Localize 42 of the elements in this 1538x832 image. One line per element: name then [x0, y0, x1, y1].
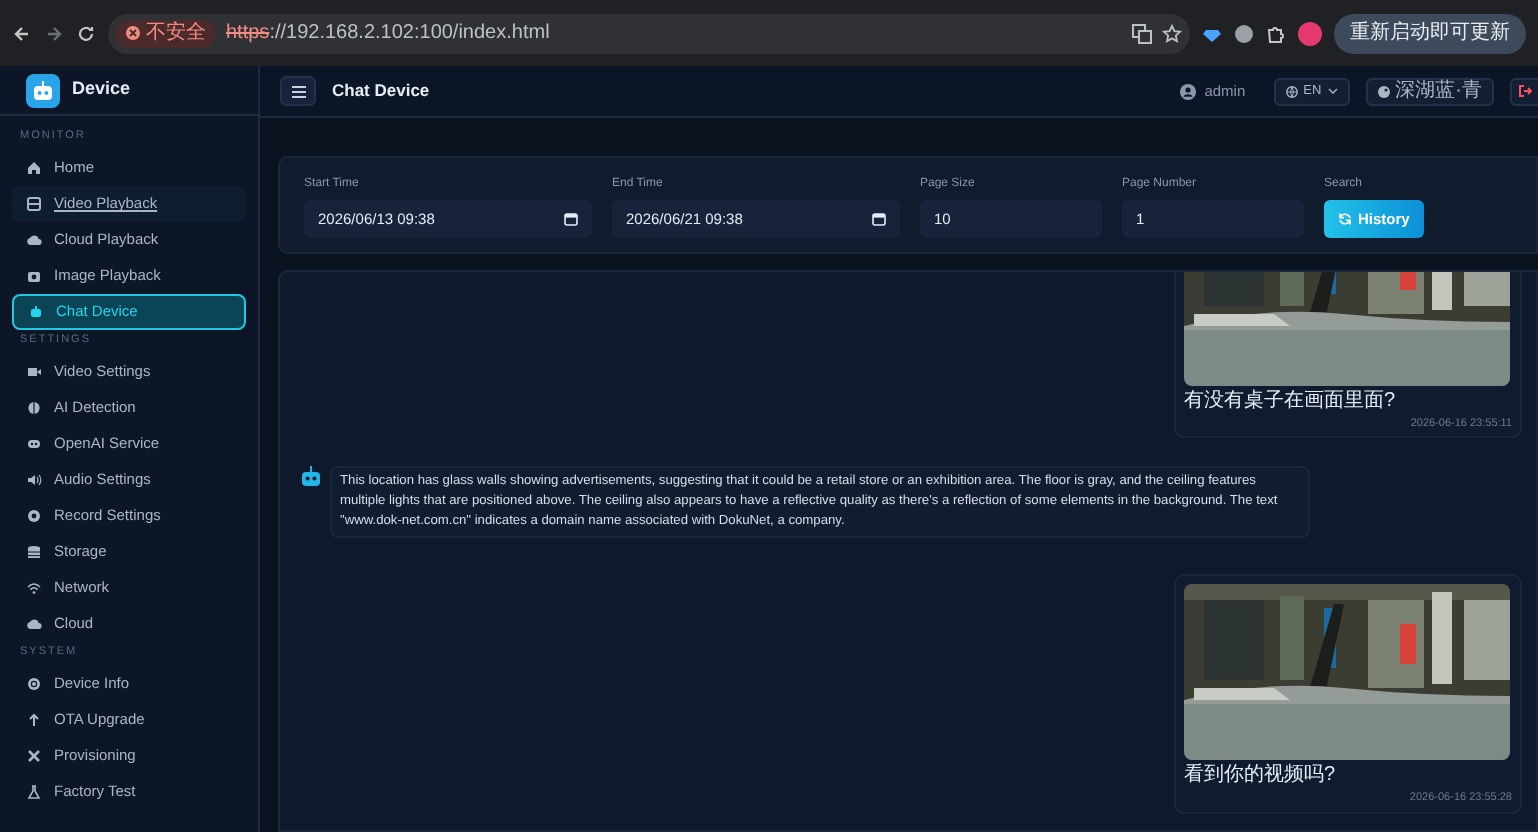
puzzle-icon[interactable]	[1266, 23, 1286, 43]
disc-icon	[26, 508, 42, 524]
robot-icon	[300, 466, 322, 487]
cloud-icon	[26, 616, 42, 632]
robot-logo-icon	[26, 73, 60, 107]
calendar-icon	[564, 212, 578, 226]
menu-icon	[291, 85, 305, 97]
profile-avatar-icon[interactable]	[1298, 21, 1322, 45]
wifi-icon	[26, 580, 42, 596]
reload-icon[interactable]	[76, 23, 96, 43]
update-button[interactable]: 重新启动即可更新	[1334, 13, 1526, 53]
page-title: Chat Device	[332, 78, 430, 104]
palette-icon	[1377, 85, 1390, 97]
refresh-icon	[1338, 212, 1352, 226]
logout-button[interactable]	[1510, 77, 1538, 105]
back-icon[interactable]	[12, 23, 32, 43]
speaker-icon	[26, 472, 42, 488]
calendar-icon	[872, 212, 886, 226]
up-arrow-icon	[26, 712, 42, 728]
address-bar[interactable]: 不安全 https://192.168.2.102:100/index.html	[108, 13, 1190, 53]
robot-icon	[28, 304, 44, 320]
globe-icon	[1285, 85, 1298, 97]
menu-button[interactable]	[280, 76, 316, 106]
video-camera-icon	[26, 364, 42, 380]
theme-button[interactable]: 深湖蓝·青	[1365, 77, 1494, 105]
circle-icon[interactable]	[1234, 23, 1254, 43]
star-icon[interactable]	[1162, 23, 1182, 43]
database-icon	[26, 544, 42, 560]
flask-icon	[26, 784, 42, 800]
home-icon	[26, 160, 42, 176]
logout-icon	[1518, 84, 1532, 98]
brand-name: Device	[72, 76, 131, 103]
translate-icon[interactable]	[1132, 23, 1152, 43]
chevron-down-icon	[1327, 86, 1338, 96]
cloud-icon	[26, 232, 42, 248]
forward-icon[interactable]	[44, 23, 64, 43]
message-text: 看到你的视频吗?	[1184, 764, 1338, 787]
user-icon	[1180, 83, 1197, 99]
message-text: 有没有桌子在画面里面?	[1184, 390, 1398, 412]
url-text: https://192.168.2.102:100/index.html	[226, 20, 550, 48]
security-badge[interactable]: 不安全	[116, 19, 216, 47]
warning-icon	[126, 26, 140, 40]
